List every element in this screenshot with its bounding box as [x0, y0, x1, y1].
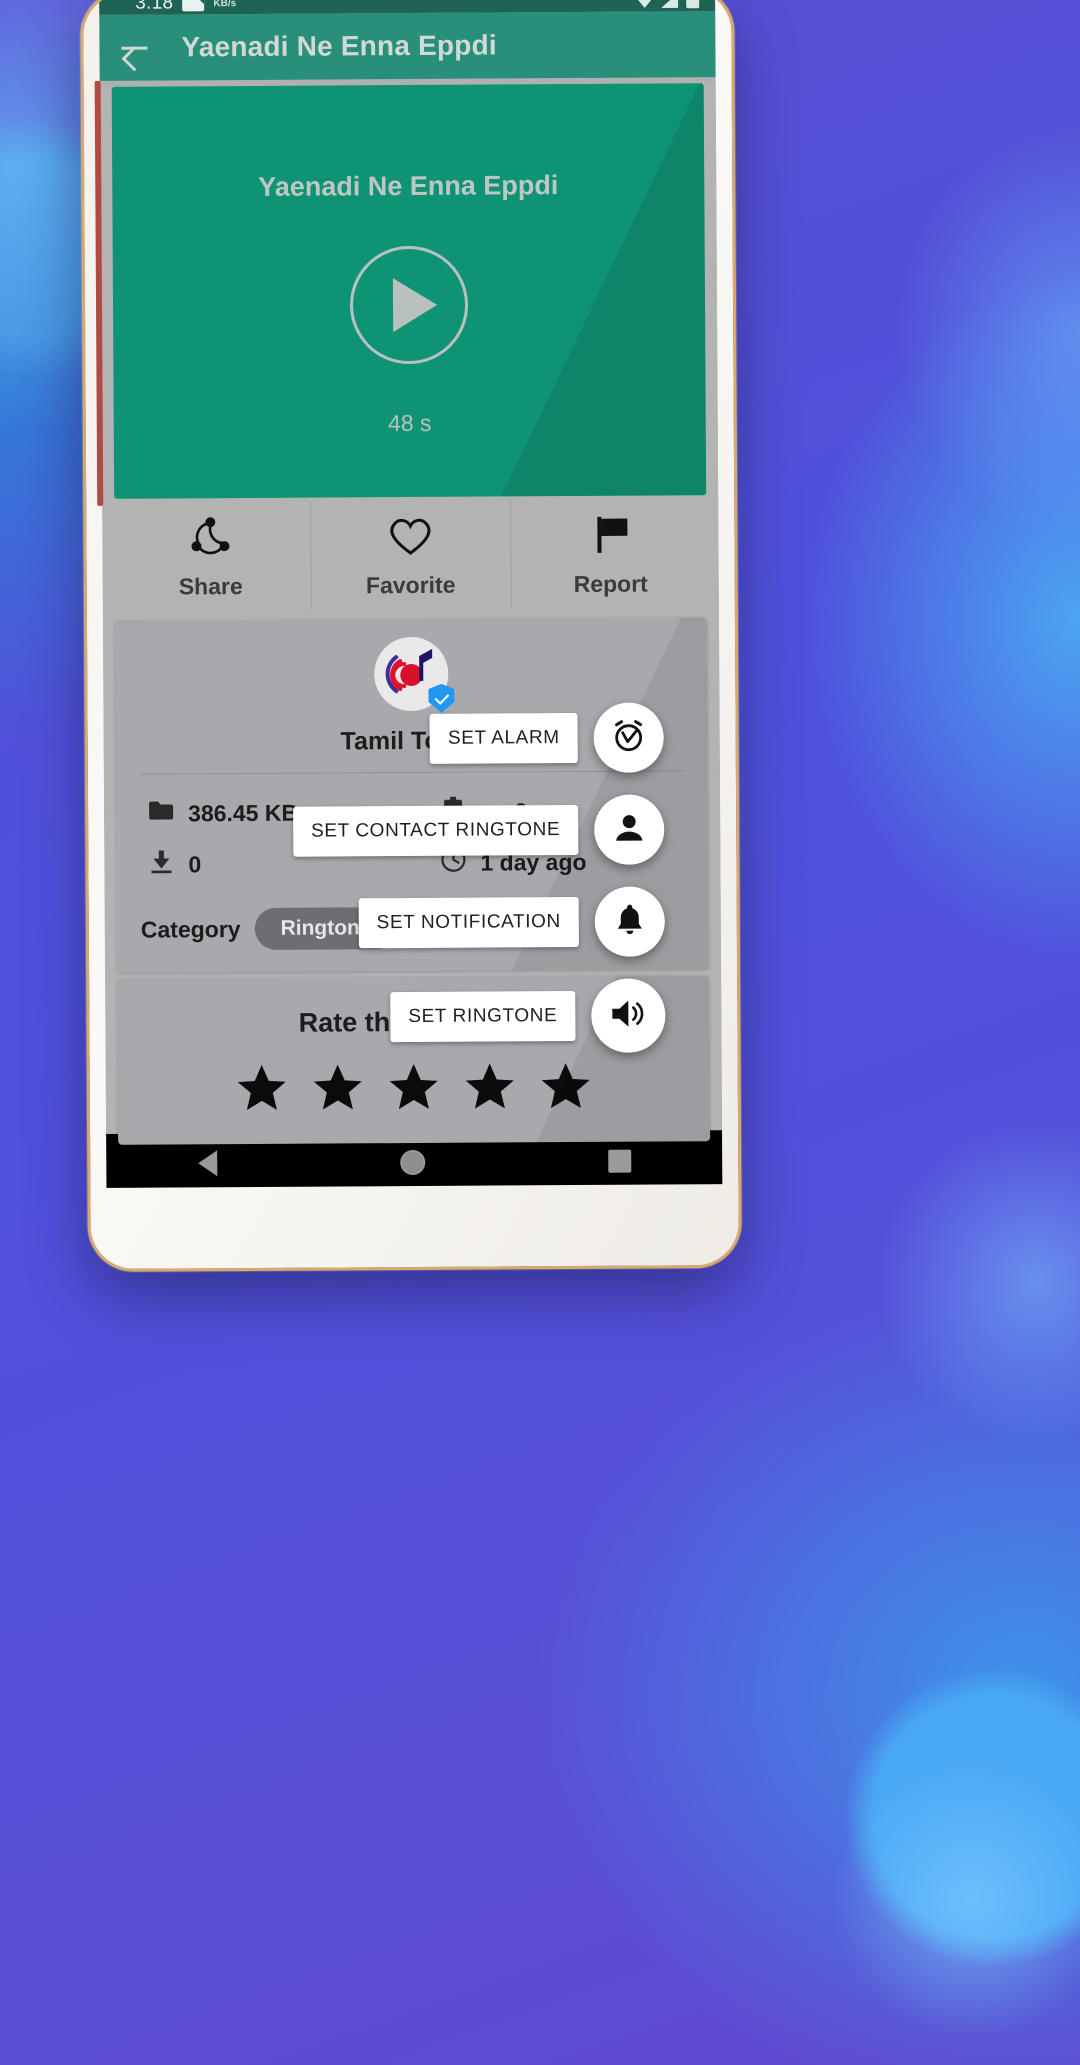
fab-main-row: SET RINGTONE	[294, 978, 666, 1054]
publisher-avatar	[374, 636, 448, 711]
status-bar-right	[636, 0, 700, 8]
fab-speed-dial: SET RINGTONE SET NOTIFICATION SET CONTAC…	[292, 702, 666, 1054]
app-bar: Yaenadi Ne Enna Eppdi	[99, 11, 716, 81]
phone-screen: 3.18 KB/s Yaenadi Ne Enna Eppdi Yaenadi …	[99, 0, 723, 1188]
person-icon	[612, 810, 646, 849]
alarm-clock-icon	[611, 717, 647, 758]
fab-notification-row: SET NOTIFICATION	[293, 886, 666, 958]
share-action-label: Share	[178, 572, 243, 599]
star-icon[interactable]	[236, 1063, 288, 1118]
star-icon[interactable]	[540, 1061, 592, 1116]
wifi-icon	[636, 0, 653, 8]
download-icon	[148, 849, 174, 879]
star-icon[interactable]	[312, 1062, 364, 1117]
set-ringtone-button[interactable]	[591, 978, 666, 1053]
player-duration: 48 s	[387, 409, 432, 437]
star-rating[interactable]	[118, 1060, 710, 1119]
report-action-label: Report	[573, 570, 648, 597]
star-icon[interactable]	[388, 1062, 440, 1117]
heart-icon	[384, 511, 436, 557]
category-label: Category	[140, 915, 241, 943]
set-ringtone-label[interactable]: SET RINGTONE	[390, 991, 576, 1043]
meta-filesize-value: 386.45 KB	[188, 799, 299, 826]
volume-up-icon	[609, 996, 647, 1035]
flag-icon	[584, 510, 636, 556]
nav-home-icon[interactable]	[399, 1149, 425, 1175]
share-action[interactable]: Share	[110, 498, 311, 615]
phone-device-frame: 3.18 KB/s Yaenadi Ne Enna Eppdi Yaenadi …	[80, 0, 742, 1272]
nav-recent-icon[interactable]	[607, 1149, 631, 1173]
battery-icon	[686, 0, 700, 8]
network-speed-unit: KB/s	[213, 0, 237, 9]
set-alarm-label[interactable]: SET ALARM	[429, 712, 578, 764]
set-contact-ringtone-label[interactable]: SET CONTACT RINGTONE	[292, 804, 579, 857]
audio-player-card: Yaenadi Ne Enna Eppdi 48 s	[111, 83, 707, 499]
play-button[interactable]	[349, 245, 469, 365]
share-icon	[184, 513, 236, 559]
page-title: Yaenadi Ne Enna Eppdi	[181, 29, 497, 63]
nav-back-icon[interactable]	[197, 1150, 217, 1177]
bell-icon	[613, 901, 647, 942]
content-area: Yaenadi Ne Enna Eppdi 48 s Share Favorit…	[99, 83, 723, 1145]
folder-icon	[148, 799, 174, 827]
action-row: Share Favorite Report	[110, 495, 711, 615]
network-speed-value: 3.18	[135, 0, 174, 14]
fab-contact-row: SET CONTACT RINGTONE	[292, 794, 665, 866]
player-track-title: Yaenadi Ne Enna Eppdi	[258, 170, 559, 202]
back-arrow-icon[interactable]	[117, 31, 151, 65]
set-contact-ringtone-button[interactable]	[594, 794, 665, 865]
meta-downloads-value: 0	[188, 850, 202, 877]
favorite-action[interactable]: Favorite	[310, 496, 511, 613]
star-icon[interactable]	[464, 1061, 516, 1116]
favorite-action-label: Favorite	[365, 571, 456, 598]
set-alarm-button[interactable]	[593, 702, 664, 773]
signal-icon	[661, 0, 678, 8]
download-icon	[182, 0, 205, 11]
report-action[interactable]: Report	[510, 495, 711, 612]
set-notification-button[interactable]	[594, 886, 666, 957]
fab-alarm-row: SET ALARM	[292, 702, 664, 774]
set-notification-label[interactable]: SET NOTIFICATION	[358, 896, 579, 949]
play-icon	[392, 277, 438, 333]
